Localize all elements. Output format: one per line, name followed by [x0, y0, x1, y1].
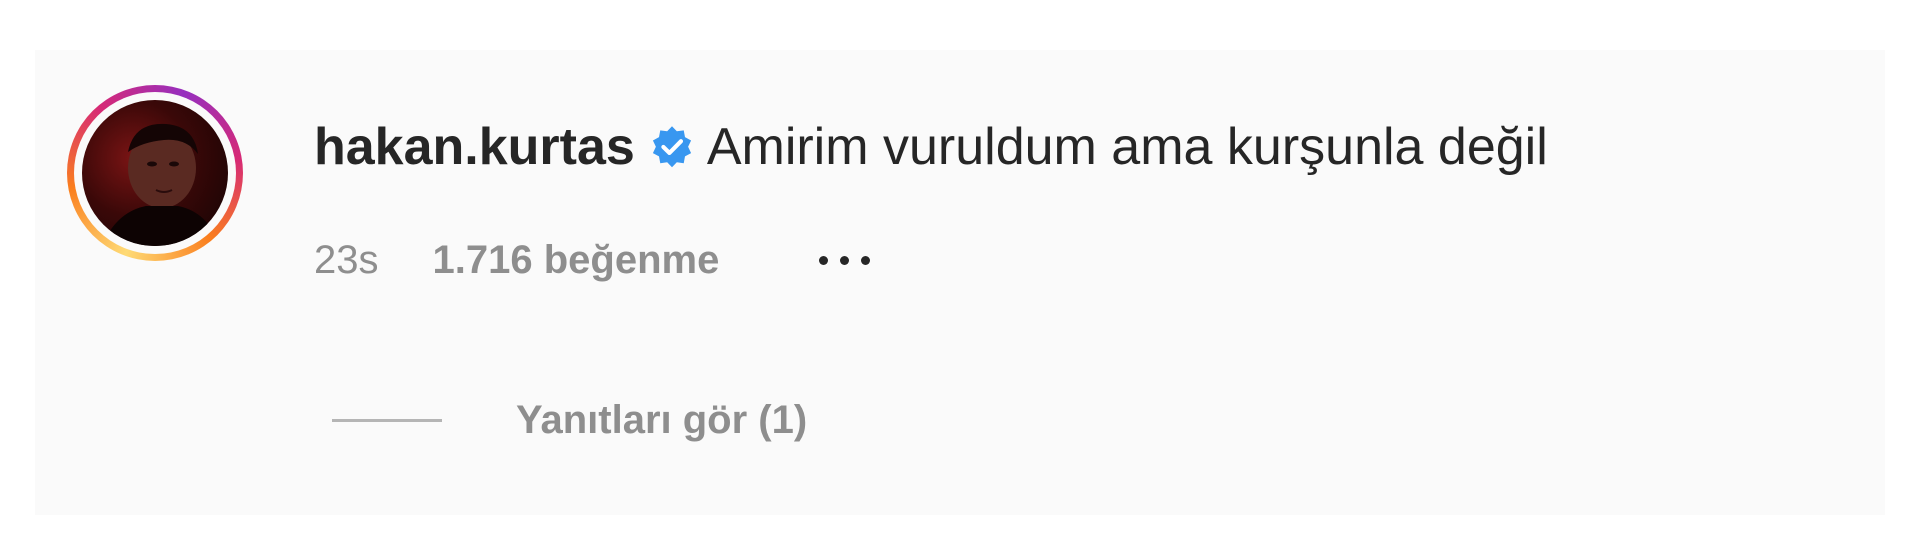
- comment-text: Amirim vuruldum ama kurşunla değil: [706, 118, 1548, 176]
- avatar-photo: [102, 123, 220, 246]
- username-link[interactable]: hakan.kurtas: [314, 117, 635, 177]
- view-replies-button[interactable]: Yanıtları gör (1): [332, 392, 807, 448]
- more-options-icon[interactable]: [819, 255, 871, 265]
- comment-timestamp[interactable]: 23s: [314, 238, 379, 283]
- replies-divider-line: [332, 418, 442, 422]
- avatar-story-ring[interactable]: [67, 85, 243, 261]
- comment-line: hakan.kurtas Amirim vuruldum ama kurşunl…: [314, 112, 1548, 182]
- likes-count-button[interactable]: 1.716 beğenme: [433, 238, 720, 283]
- verified-badge-icon: [649, 124, 695, 170]
- comment-meta: 23s 1.716 beğenme: [314, 232, 871, 288]
- avatar[interactable]: [82, 100, 228, 246]
- view-replies-label: Yanıtları gör (1): [516, 397, 808, 442]
